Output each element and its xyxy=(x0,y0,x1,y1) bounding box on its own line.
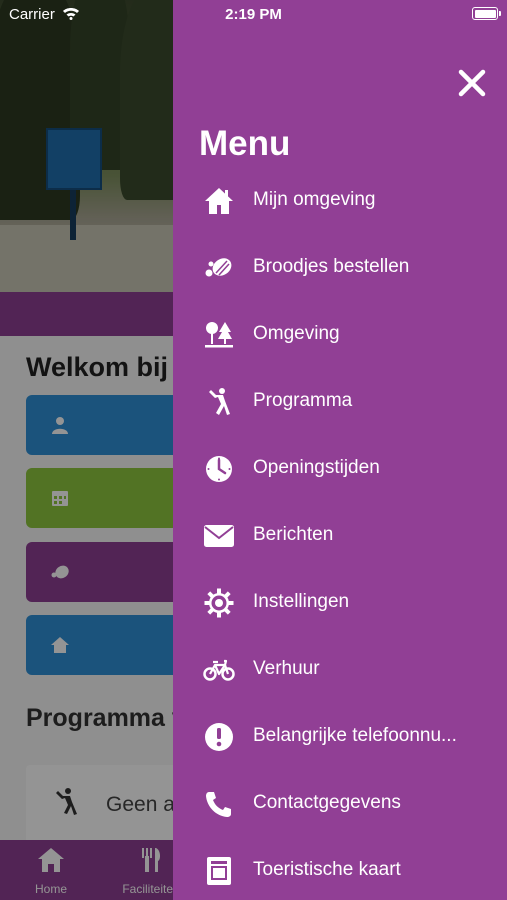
menu-item-label: Contactgegevens xyxy=(253,792,401,813)
menu-item-omgeving[interactable]: Omgeving xyxy=(173,310,507,360)
exclamation-icon xyxy=(205,723,233,751)
menu-item-programma[interactable]: Programma xyxy=(173,377,507,427)
menu-item-label: Belangrijke telefoonnu... xyxy=(253,725,457,746)
house-icon xyxy=(205,188,233,214)
menu-item-broodjes-bestellen[interactable]: Broodjes bestellen xyxy=(173,243,507,293)
menu-item-mijn-omgeving[interactable]: Mijn omgeving xyxy=(173,176,507,226)
status-time: 2:19 PM xyxy=(225,6,282,23)
menu-item-instellingen[interactable]: Instellingen xyxy=(173,578,507,628)
battery-icon xyxy=(472,7,501,20)
bicycle-icon xyxy=(203,659,235,681)
clock-icon xyxy=(206,456,232,482)
menu-item-berichten[interactable]: Berichten xyxy=(173,511,507,561)
menu-item-label: Omgeving xyxy=(253,323,340,344)
close-icon[interactable] xyxy=(456,67,488,99)
menu-item-label: Openingstijden xyxy=(253,457,380,478)
menu-item-label: Mijn omgeving xyxy=(253,189,376,210)
menu-item-openingstijden[interactable]: Openingstijden xyxy=(173,444,507,494)
menu-item-label: Verhuur xyxy=(253,658,320,679)
phone-icon xyxy=(206,792,231,817)
menu-item-label: Berichten xyxy=(253,524,334,545)
bread-icon xyxy=(205,258,232,277)
status-bar: Carrier 2:19 PM xyxy=(0,0,507,28)
side-menu: Menu Mijn omgeving Broodjes bestellen Om xyxy=(173,0,507,900)
envelope-icon xyxy=(204,525,234,547)
menu-item-verhuur[interactable]: Verhuur xyxy=(173,645,507,695)
gear-icon xyxy=(204,588,234,618)
menu-item-label: Toeristische kaart xyxy=(253,859,401,880)
menu-item-contactgegevens[interactable]: Contactgegevens xyxy=(173,779,507,829)
jumping-person-icon xyxy=(209,388,230,415)
menu-item-label: Broodjes bestellen xyxy=(253,256,410,277)
menu-item-label: Instellingen xyxy=(253,591,350,612)
menu-item-label: Programma xyxy=(253,390,353,411)
menu-item-toeristische-kaart[interactable]: Toeristische kaart xyxy=(173,846,507,896)
trees-icon xyxy=(205,322,233,348)
menu-item-belangrijke-telefoonnummers[interactable]: Belangrijke telefoonnu... xyxy=(173,712,507,762)
menu-title: Menu xyxy=(199,124,291,163)
map-page-icon xyxy=(207,857,231,885)
